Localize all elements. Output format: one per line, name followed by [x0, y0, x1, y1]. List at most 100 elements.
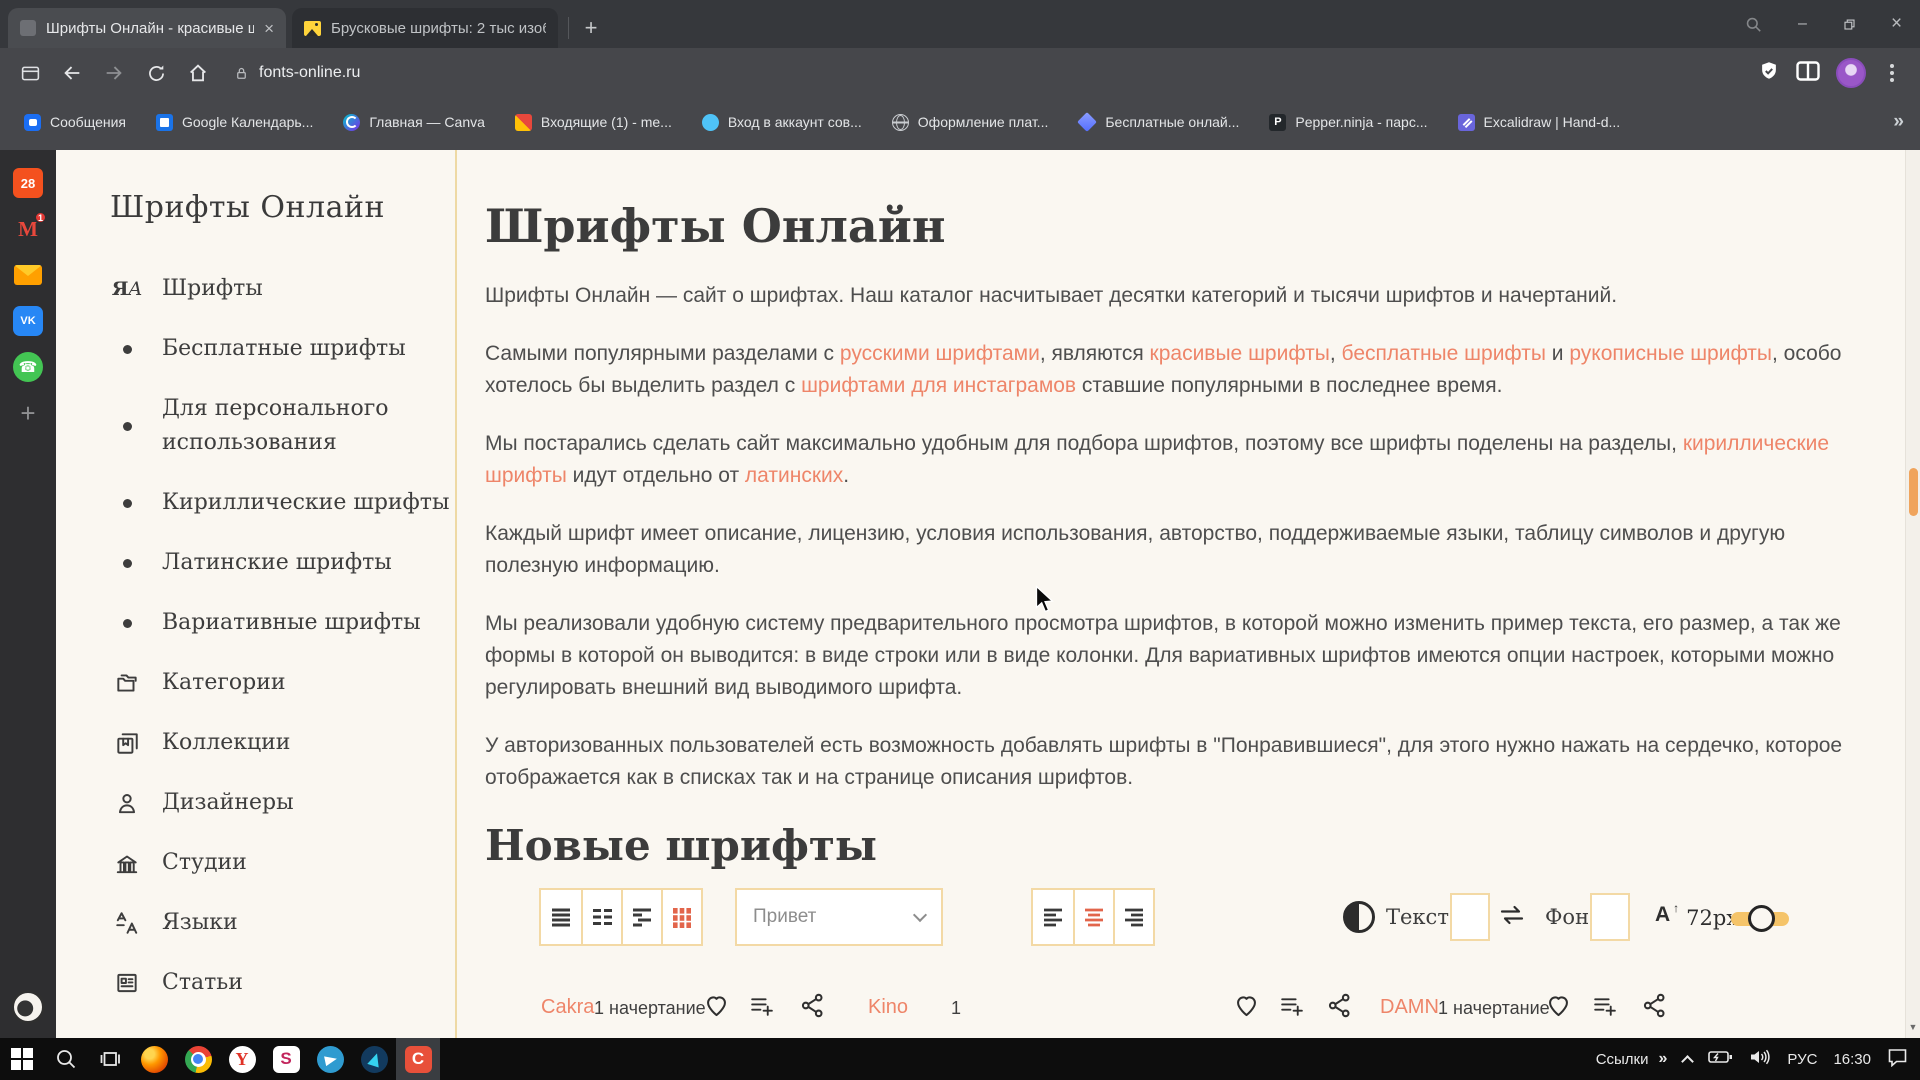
share-icon[interactable] — [1326, 992, 1353, 1019]
site-logo-title[interactable]: Шрифты Онлайн — [110, 190, 455, 226]
link-latin-fonts[interactable]: латинских — [745, 464, 843, 487]
favorite-heart-icon[interactable] — [703, 992, 730, 1019]
bookmark-pepper-ninja[interactable]: PPepper.ninja - парс... — [1269, 114, 1427, 131]
whatsapp-icon[interactable]: ☎ — [13, 352, 43, 382]
font-link-damn[interactable]: DAMN — [1380, 996, 1439, 1019]
menu-item-latin-fonts[interactable]: Латинские шрифты — [110, 546, 455, 580]
bookmark-canva[interactable]: Главная — Canva — [343, 114, 485, 131]
bookmark-inbox[interactable]: Входящие (1) - me... — [515, 114, 672, 131]
bookmark-excalidraw[interactable]: Excalidraw | Hand-d... — [1458, 114, 1621, 131]
bookmark-free-online[interactable]: Бесплатные онлай... — [1078, 114, 1239, 130]
home-icon[interactable] — [180, 55, 216, 91]
favorite-heart-icon[interactable] — [1233, 992, 1260, 1019]
taskbar-chrome-icon[interactable] — [176, 1038, 220, 1080]
view-rows-button[interactable] — [541, 890, 581, 944]
back-icon[interactable] — [54, 55, 90, 91]
font-link-kino[interactable]: Kino — [868, 996, 908, 1019]
page-scrollbar[interactable]: ▼ — [1905, 150, 1920, 1038]
menu-item-articles[interactable]: Статьи — [110, 966, 455, 1000]
volume-icon[interactable] — [1749, 1048, 1771, 1070]
profile-avatar[interactable] — [1836, 58, 1866, 88]
view-grid-button-active[interactable] — [661, 890, 701, 944]
tab-close-icon[interactable]: × — [264, 20, 274, 37]
menu-item-cyrillic-fonts[interactable]: Кириллические шрифты — [110, 486, 455, 520]
menu-item-variable-fonts[interactable]: Вариативные шрифты — [110, 606, 455, 640]
link-beautiful-fonts[interactable]: красивые шрифты — [1150, 342, 1330, 365]
share-icon[interactable] — [1641, 992, 1668, 1019]
taskbar-navigator-icon[interactable] — [352, 1038, 396, 1080]
add-to-list-icon[interactable] — [1278, 992, 1305, 1019]
links-toolbar-label[interactable]: Ссылки — [1596, 1051, 1649, 1068]
taskbar-yandex-icon[interactable]: Y — [220, 1038, 264, 1080]
bookmark-messages[interactable]: Сообщения — [24, 114, 126, 131]
tab-bruskovye-shrifty[interactable]: Брусковые шрифты: 2 тыс изображ — [292, 8, 558, 48]
hidden-icons-chevron[interactable] — [1682, 1055, 1695, 1068]
sidebar-panel-icon[interactable] — [12, 55, 48, 91]
font-size-slider[interactable] — [1731, 912, 1789, 926]
align-left-button[interactable] — [1033, 890, 1073, 944]
share-icon[interactable] — [799, 992, 826, 1019]
task-view-icon[interactable] — [88, 1038, 132, 1080]
strip-bottom-button[interactable] — [11, 990, 45, 1024]
favorite-heart-icon[interactable] — [1545, 992, 1572, 1019]
scrollbar-thumb[interactable] — [1909, 468, 1918, 516]
search-tabs-icon[interactable] — [1733, 15, 1773, 34]
menu-item-free-fonts[interactable]: Бесплатные шрифты — [110, 332, 455, 366]
language-indicator[interactable]: РУС — [1787, 1051, 1817, 1068]
menu-item-fonts[interactable]: ЯA Шрифты — [110, 272, 455, 306]
add-service-icon[interactable]: + — [13, 398, 43, 428]
browser-menu-icon[interactable] — [1882, 64, 1902, 82]
address-bar[interactable]: fonts-online.ru — [234, 64, 360, 82]
bookmark-payment[interactable]: Оформление плат... — [892, 114, 1049, 131]
gmail-icon[interactable]: M 1 — [13, 214, 43, 244]
reload-icon[interactable] — [138, 55, 174, 91]
close-window-button[interactable]: × — [1873, 0, 1920, 48]
add-to-list-icon[interactable] — [748, 992, 775, 1019]
swap-colors-icon[interactable] — [1498, 903, 1526, 932]
taskbar-c-app-icon-active[interactable]: C — [396, 1038, 440, 1080]
align-center-button-active[interactable] — [1073, 890, 1113, 944]
text-color-swatch[interactable] — [1450, 893, 1490, 941]
taskbar-s-app-icon[interactable]: S — [264, 1038, 308, 1080]
tab-fonts-online[interactable]: Шрифты Онлайн - красивые ш × — [8, 8, 286, 48]
mail-envelope-icon[interactable] — [13, 260, 43, 290]
bookmark-account-login[interactable]: Вход в аккаунт сов... — [702, 114, 862, 131]
bookmarks-overflow-icon[interactable]: » — [1893, 111, 1904, 133]
forward-icon[interactable] — [96, 55, 132, 91]
view-mixed-button[interactable] — [621, 890, 661, 944]
vk-icon[interactable]: VK — [13, 306, 43, 336]
menu-item-collections[interactable]: Коллекции — [110, 726, 455, 760]
menu-item-categories[interactable]: Категории — [110, 666, 455, 700]
font-link-cakra[interactable]: Cakra — [541, 996, 594, 1019]
split-view-icon[interactable] — [1796, 61, 1820, 86]
taskbar-firefox-icon[interactable] — [132, 1038, 176, 1080]
link-handwritten-fonts[interactable]: рукописные шрифты — [1569, 342, 1772, 365]
notification-center-icon[interactable] — [1887, 1048, 1908, 1071]
view-columns-button[interactable] — [581, 890, 621, 944]
link-free-fonts[interactable]: бесплатные шрифты — [1342, 342, 1546, 365]
link-instagram-fonts[interactable]: шрифтами для инстаграмов — [801, 374, 1076, 397]
link-russian-fonts[interactable]: русскими шрифтами — [840, 342, 1040, 365]
minimize-button[interactable]: – — [1779, 0, 1826, 48]
restore-button[interactable] — [1826, 0, 1873, 48]
scroll-down-icon[interactable]: ▼ — [1906, 1022, 1920, 1032]
align-right-button[interactable] — [1113, 890, 1153, 944]
menu-item-personal-use[interactable]: Для персонального использования — [110, 392, 455, 460]
bookmark-google-calendar[interactable]: Google Календарь... — [156, 114, 313, 131]
menu-item-studios[interactable]: Студии — [110, 846, 455, 880]
taskbar-telegram-icon[interactable] — [308, 1038, 352, 1080]
battery-icon[interactable] — [1708, 1048, 1733, 1070]
new-tab-button[interactable]: + — [575, 12, 607, 44]
start-button[interactable] — [0, 1038, 44, 1080]
add-to-list-icon[interactable] — [1591, 992, 1618, 1019]
background-color-swatch[interactable] — [1590, 893, 1630, 941]
clock[interactable]: 16:30 — [1833, 1051, 1871, 1068]
sample-text-select[interactable]: Привет — [735, 888, 943, 946]
menu-item-designers[interactable]: Дизайнеры — [110, 786, 455, 820]
shield-icon[interactable] — [1758, 59, 1780, 88]
calendar-date-icon[interactable]: 28 — [13, 168, 43, 198]
menu-item-languages[interactable]: Языки — [110, 906, 455, 940]
links-overflow-icon[interactable]: » — [1659, 1050, 1668, 1068]
slider-knob[interactable] — [1748, 905, 1775, 932]
taskbar-search-icon[interactable] — [44, 1038, 88, 1080]
